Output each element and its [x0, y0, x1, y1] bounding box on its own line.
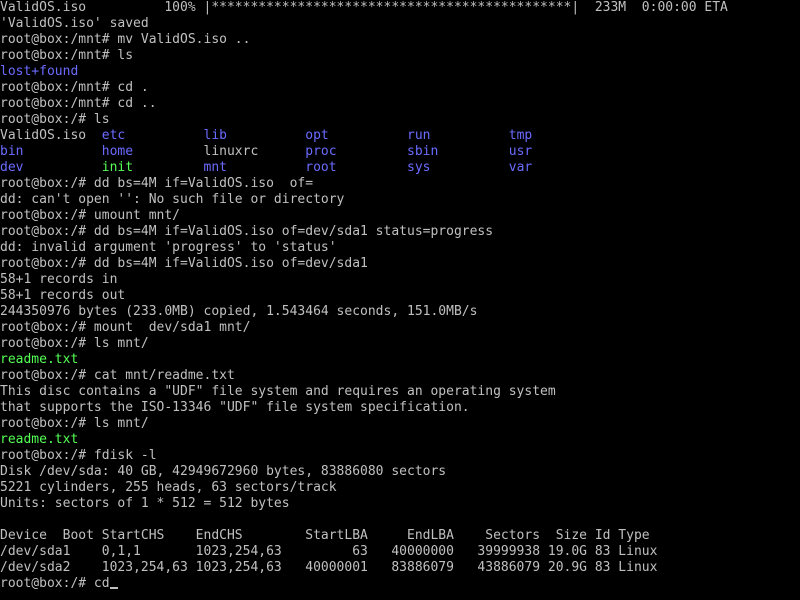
terminal-text: run — [407, 128, 509, 143]
terminal-text: mnt — [203, 160, 306, 175]
terminal-line: root@box:/# dd bs=4M if=ValidOS.iso of= — [0, 176, 800, 192]
terminal-text: root@box:/mnt# ls — [0, 48, 134, 63]
terminal-line: readme.txt — [0, 432, 800, 448]
terminal-text: dd: invalid argument 'progress' to 'stat… — [0, 240, 337, 255]
terminal-text: Device Boot StartCHS EndCHS StartLBA End… — [0, 528, 650, 543]
terminal-text: ValidOS.iso 100% |**********************… — [0, 0, 728, 15]
terminal-text: init — [101, 160, 204, 175]
terminal-line: root@box:/mnt# ls — [0, 48, 800, 64]
terminal-text: readme.txt — [0, 432, 79, 447]
terminal-text: bin — [0, 144, 102, 159]
terminal-line: Units: sectors of 1 * 512 = 512 bytes — [0, 496, 800, 512]
terminal-text: root@box:/mnt# cd .. — [0, 96, 157, 111]
terminal-line: 58+1 records out — [0, 288, 800, 304]
terminal-line: dd: can't open '': No such file or direc… — [0, 192, 800, 208]
terminal-text: root@box:/# dd bs=4M if=ValidOS.iso of= — [0, 176, 314, 191]
terminal-line: root@box:/# ls mnt/ — [0, 336, 800, 352]
terminal-text: /dev/sda2 1023,254,63 1023,254,63 400000… — [0, 560, 658, 575]
terminal-text: root@box:/# ls mnt/ — [0, 416, 149, 431]
terminal-text: dd: can't open '': No such file or direc… — [0, 192, 345, 207]
terminal-text: This disc contains a "UDF" file system a… — [0, 384, 556, 399]
terminal-text: 58+1 records out — [0, 288, 126, 303]
terminal-text: var — [508, 160, 533, 175]
terminal-text: Disk /dev/sda: 40 GB, 42949672960 bytes,… — [0, 464, 447, 479]
terminal-text: that supports the ISO-13346 "UDF" file s… — [0, 400, 470, 415]
terminal-line: ValidOS.iso 100% |**********************… — [0, 0, 800, 16]
terminal-text: root@box:/# ls — [0, 112, 110, 127]
terminal-text: sys — [407, 160, 509, 175]
terminal-line: dd: invalid argument 'progress' to 'stat… — [0, 240, 800, 256]
terminal-line: ValidOS.iso etc lib opt run tmp — [0, 128, 800, 144]
terminal-line: root@box:/# fdisk -l — [0, 448, 800, 464]
terminal-text: root@box:/# umount mnt/ — [0, 208, 181, 223]
terminal-text: root@box:/# dd bs=4M if=ValidOS.iso of=d… — [0, 256, 368, 271]
terminal-text: root@box:/# fdisk -l — [0, 448, 157, 463]
terminal-line: root@box:/# mount dev/sda1 mnt/ — [0, 320, 800, 336]
text-cursor — [109, 587, 118, 589]
terminal-text: opt — [305, 128, 407, 143]
terminal-text: root@box:/# cat mnt/readme.txt — [0, 368, 235, 383]
terminal-text: root@box:/mnt# cd . — [0, 80, 149, 95]
terminal-text: usr — [508, 144, 533, 159]
terminal-line: 58+1 records in — [0, 272, 800, 288]
terminal-text: tmp — [508, 128, 533, 143]
terminal-line: 5221 cylinders, 255 heads, 63 sectors/tr… — [0, 480, 800, 496]
terminal-text: lib — [203, 128, 306, 143]
terminal-line: dev init mnt root sys var — [0, 160, 800, 176]
terminal-line: root@box:/# ls — [0, 112, 800, 128]
terminal-text: readme.txt — [0, 352, 79, 367]
terminal-line: readme.txt — [0, 352, 800, 368]
terminal-line: 'ValidOS.iso' saved — [0, 16, 800, 32]
terminal-line: Disk /dev/sda: 40 GB, 42949672960 bytes,… — [0, 464, 800, 480]
terminal-text: root — [305, 160, 407, 175]
terminal-text: 244350976 bytes (233.0MB) copied, 1.5434… — [0, 304, 478, 319]
terminal-text: Units: sectors of 1 * 512 = 512 bytes — [0, 496, 290, 511]
terminal-text: home — [101, 144, 204, 159]
terminal-line: lost+found — [0, 64, 800, 80]
terminal-text: linuxrc — [203, 144, 306, 159]
terminal-line: that supports the ISO-13346 "UDF" file s… — [0, 400, 800, 416]
terminal-text: root@box:/mnt# mv ValidOS.iso .. — [0, 32, 251, 47]
terminal-line: root@box:/mnt# cd . — [0, 80, 800, 96]
terminal-text: /dev/sda1 0,1,1 1023,254,63 63 40000000 … — [0, 544, 658, 559]
terminal-text: sbin — [407, 144, 509, 159]
terminal-window[interactable]: ValidOS.iso 100% |**********************… — [0, 0, 800, 600]
terminal-line: /dev/sda1 0,1,1 1023,254,63 63 40000000 … — [0, 544, 800, 560]
terminal-line: This disc contains a "UDF" file system a… — [0, 384, 800, 400]
terminal-line: 244350976 bytes (233.0MB) copied, 1.5434… — [0, 304, 800, 320]
terminal-line: Device Boot StartCHS EndCHS StartLBA End… — [0, 528, 800, 544]
terminal-line: root@box:/mnt# cd .. — [0, 96, 800, 112]
terminal-text: lost+found — [0, 64, 79, 79]
terminal-text: dev — [0, 160, 102, 175]
terminal-text: root@box:/# dd bs=4M if=ValidOS.iso of=d… — [0, 224, 494, 239]
terminal-text: etc — [101, 128, 204, 143]
terminal-text: proc — [305, 144, 407, 159]
terminal-text: root@box:/# ls mnt/ — [0, 336, 149, 351]
terminal-line: root@box:/# dd bs=4M if=ValidOS.iso of=d… — [0, 224, 800, 240]
terminal-line: root@box:/mnt# mv ValidOS.iso .. — [0, 32, 800, 48]
terminal-text: 5221 cylinders, 255 heads, 63 sectors/tr… — [0, 480, 337, 495]
terminal-text: root@box:/# mount dev/sda1 mnt/ — [0, 320, 251, 335]
terminal-line: root@box:/# cat mnt/readme.txt — [0, 368, 800, 384]
terminal-line: bin home linuxrc proc sbin usr — [0, 144, 800, 160]
terminal-line: root@box:/# dd bs=4M if=ValidOS.iso of=d… — [0, 256, 800, 272]
terminal-line: root@box:/# cd — [0, 576, 800, 592]
terminal-line: root@box:/# ls mnt/ — [0, 416, 800, 432]
terminal-text: root@box:/# cd — [0, 576, 110, 591]
terminal-line: root@box:/# umount mnt/ — [0, 208, 800, 224]
terminal-text: ValidOS.iso — [0, 128, 102, 143]
terminal-text: 'ValidOS.iso' saved — [0, 16, 149, 31]
terminal-line: /dev/sda2 1023,254,63 1023,254,63 400000… — [0, 560, 800, 576]
terminal-text: 58+1 records in — [0, 272, 118, 287]
